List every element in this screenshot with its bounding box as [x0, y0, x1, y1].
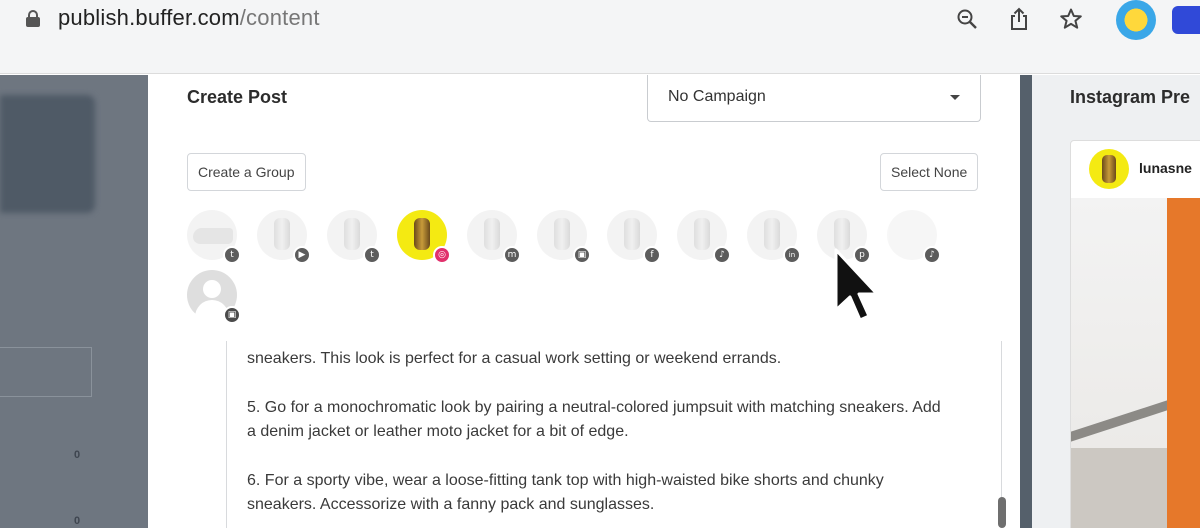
star-icon[interactable] — [1058, 6, 1084, 32]
linkedin-icon: in — [783, 246, 801, 264]
preview-image — [1071, 198, 1200, 528]
twitter-icon: t — [223, 246, 241, 264]
url-path: /content — [239, 5, 320, 30]
dimmed-count: 0 — [74, 515, 81, 527]
mastodon-icon: m — [503, 246, 521, 264]
google-business-icon: ▣ — [223, 306, 241, 324]
google-business-icon: ▣ — [573, 246, 591, 264]
overlay-divider — [1020, 75, 1032, 528]
weather-extension-icon[interactable] — [1116, 0, 1156, 40]
create-group-button[interactable]: Create a Group — [187, 153, 306, 191]
caret-down-icon — [950, 95, 960, 100]
dimmed-field — [0, 347, 92, 397]
channel-avatar-mastodon[interactable]: m — [467, 210, 521, 264]
campaign-select-value: No Campaign — [668, 88, 766, 105]
extension-icon[interactable] — [1172, 6, 1200, 34]
channel-avatar-facebook[interactable]: f — [607, 210, 661, 264]
editor-paragraph: sneakers. This look is perfect for a cas… — [247, 350, 782, 367]
user-placeholder-icon — [203, 280, 221, 298]
url-host: publish.buffer.com — [58, 5, 240, 30]
tiktok-icon: ♪ — [923, 246, 941, 264]
preview-title: Instagram Pre — [1070, 87, 1191, 107]
instagram-preview-card: lunasne — [1070, 140, 1200, 528]
tiktok-icon: ♪ — [713, 246, 731, 264]
channel-avatar-instagram[interactable]: ◎ — [397, 210, 451, 264]
channel-avatar-twitter[interactable]: t — [187, 210, 241, 264]
preview-avatar — [1089, 149, 1129, 189]
facebook-icon: f — [643, 246, 661, 264]
channel-avatar-linkedin[interactable]: in — [747, 210, 801, 264]
share-icon[interactable] — [1006, 6, 1032, 32]
instagram-icon: ◎ — [433, 246, 451, 264]
twitter-icon: t — [363, 246, 381, 264]
editor-paragraph: 5. Go for a monochromatic look by pairin… — [247, 399, 941, 440]
campaign-select[interactable]: No Campaign — [647, 75, 981, 122]
mouse-cursor-icon — [834, 248, 879, 322]
dimmed-sidebar: 0 0 — [0, 75, 148, 528]
editor-scrollbar[interactable] — [998, 497, 1006, 528]
channel-avatar-google-business[interactable]: ▣ — [187, 270, 241, 324]
url-field[interactable]: publish.buffer.com/content — [58, 5, 320, 31]
channel-avatar-tiktok[interactable]: ♪ — [677, 210, 731, 264]
instagram-preview-panel: Instagram Pre lunasne — [1032, 75, 1200, 528]
browser-address-bar: publish.buffer.com/content — [0, 0, 1200, 74]
preview-username: lunasne — [1139, 160, 1192, 176]
lock-icon[interactable] — [26, 10, 40, 27]
channel-avatar-tiktok[interactable]: ♪ — [887, 210, 941, 264]
create-post-modal: Create Post No Campaign Create a Group S… — [148, 75, 1020, 528]
editor-paragraph: 6. For a sporty vibe, wear a loose-fitti… — [247, 472, 884, 513]
post-text-editor[interactable]: sneakers. This look is perfect for a cas… — [226, 341, 1002, 528]
dimmed-count: 0 — [74, 449, 81, 461]
channel-avatar-youtube[interactable]: ▶ — [257, 210, 311, 264]
channel-avatar-google-business[interactable]: ▣ — [537, 210, 591, 264]
dimmed-card — [0, 95, 95, 213]
modal-title: Create Post — [187, 87, 288, 107]
channel-avatar-twitter[interactable]: t — [327, 210, 381, 264]
youtube-icon: ▶ — [293, 246, 311, 264]
zoom-icon[interactable] — [954, 6, 980, 32]
select-none-button[interactable]: Select None — [880, 153, 979, 191]
